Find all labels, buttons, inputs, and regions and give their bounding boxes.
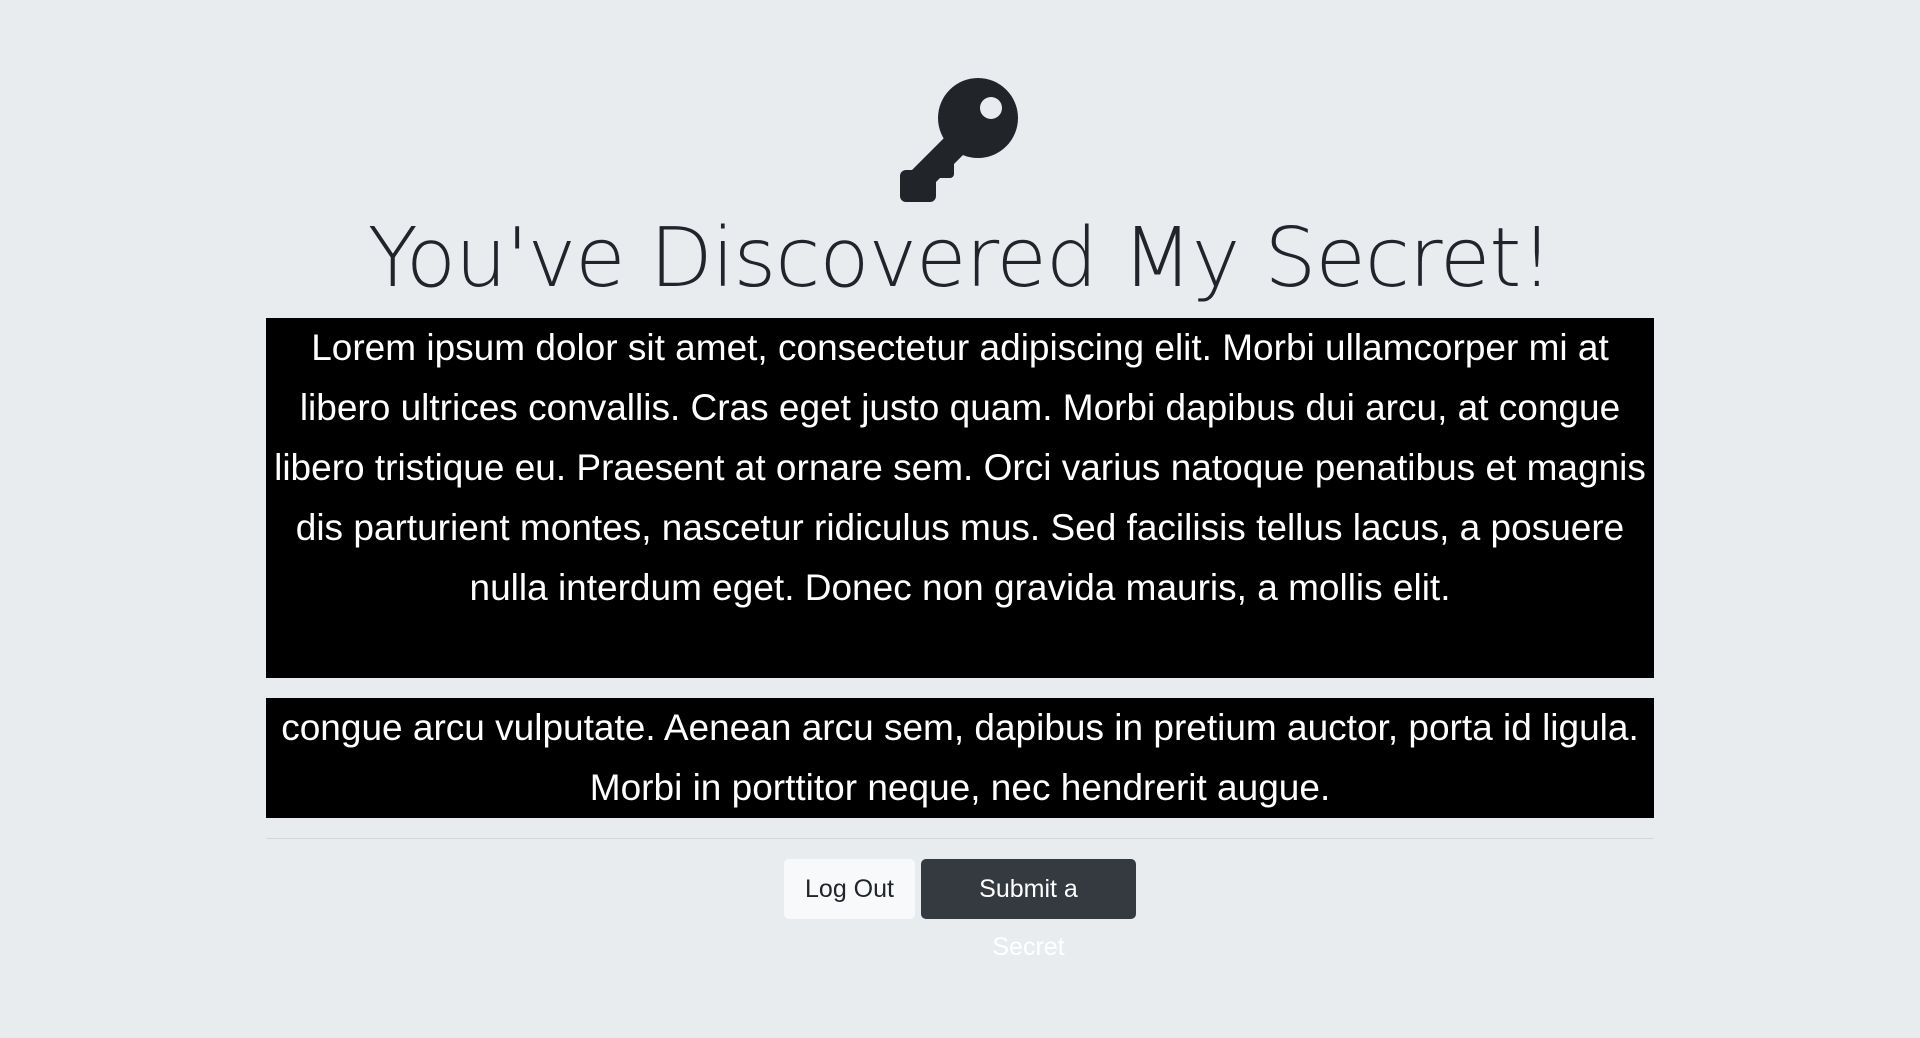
logout-button[interactable]: Log Out — [784, 859, 915, 919]
secret-text: congue arcu vulputate. Aenean arcu sem, … — [266, 698, 1654, 818]
submit-secret-button[interactable]: Submit a Secret — [921, 859, 1136, 961]
secret-text: Lorem ipsum dolor sit amet, consectetur … — [266, 318, 1654, 678]
jumbotron: You've Discovered My Secret! Lorem ipsum… — [0, 0, 1920, 1038]
page-title: You've Discovered My Secret! — [367, 211, 1554, 306]
divider — [266, 838, 1654, 839]
key-icon — [900, 78, 1022, 202]
action-buttons: Log Out Submit a Secret — [266, 859, 1654, 961]
